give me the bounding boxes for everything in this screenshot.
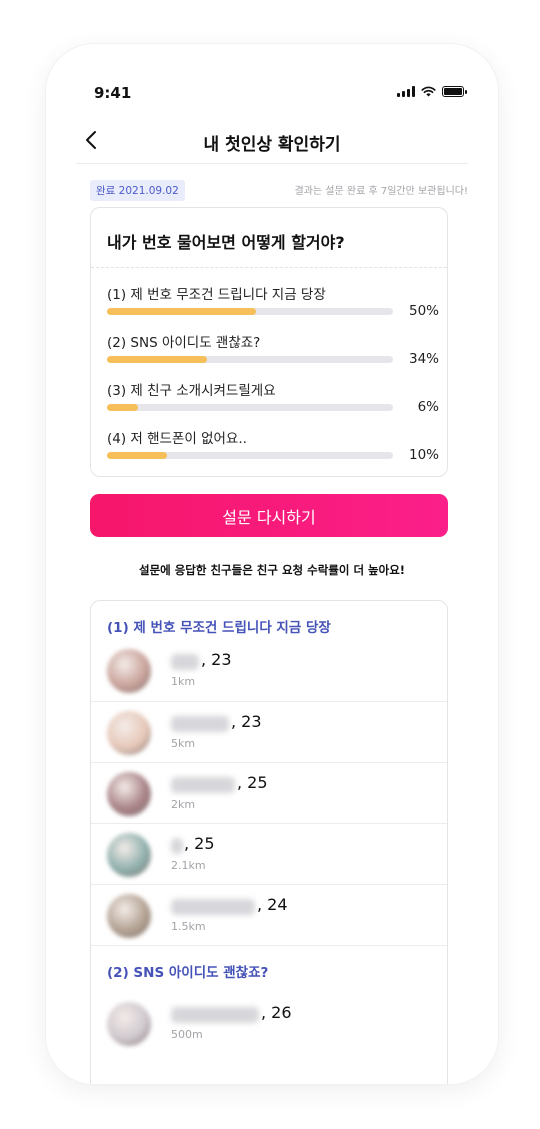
signal-icon (397, 86, 415, 97)
option-percent: 10% (408, 447, 439, 463)
avatar (107, 711, 151, 755)
phone-frame: 9:41 내 첫인상 확인하기 완료 2021.09.02 결과는 설문 완료 … (46, 44, 498, 1084)
option-progress-fill (107, 308, 256, 315)
option-percent: 6% (417, 399, 439, 415)
survey-result-card: 내가 번호 물어보면 어떻게 할거야? (1) 제 번호 무조건 드립니다 지금… (90, 207, 448, 477)
option-percent: 34% (408, 351, 439, 367)
option-percent: 50% (408, 303, 439, 319)
survey-option-1: (1) 제 번호 무조건 드립니다 지금 당장 50% (107, 283, 439, 323)
friend-distance: 5km (171, 737, 196, 750)
option-progress-track (107, 308, 393, 315)
option-progress-fill (107, 356, 208, 363)
blurred-name (171, 654, 199, 670)
completed-badge: 완료 2021.09.02 (90, 180, 185, 201)
status-icons (397, 86, 467, 97)
friend-age: , 26 (261, 1003, 292, 1022)
question-divider (91, 267, 447, 268)
avatar (107, 649, 151, 693)
option-progress-track (107, 452, 393, 459)
friend-row[interactable]: , 25 2.1km (91, 823, 447, 884)
survey-option-3: (3) 제 친구 소개시켜드릴게요 6% (107, 379, 439, 419)
option-label: (1) 제 번호 무조건 드립니다 지금 당장 (107, 287, 326, 303)
friend-age: , 25 (184, 834, 215, 853)
friend-age: , 23 (201, 650, 232, 669)
survey-option-2: (2) SNS 아이디도 괜찮죠? 34% (107, 331, 439, 371)
friend-age: , 24 (257, 895, 288, 914)
blurred-name (171, 838, 183, 854)
option-progress-fill (107, 404, 139, 411)
friend-row[interactable]: , 25 2km (91, 762, 447, 823)
blurred-name (171, 716, 229, 732)
friend-age: , 23 (231, 712, 262, 731)
group-title-option-1: (1) 제 번호 무조건 드립니다 지금 당장 (107, 620, 331, 636)
avatar (107, 1002, 151, 1046)
blurred-name (171, 777, 235, 793)
survey-question: 내가 번호 물어보면 어떻게 할거야? (107, 233, 345, 252)
friend-age: , 25 (237, 773, 268, 792)
friend-distance: 1.5km (171, 920, 206, 933)
friend-distance: 1km (171, 675, 196, 688)
option-progress-track (107, 356, 393, 363)
survey-option-4: (4) 저 핸드폰이 없어요.. 10% (107, 427, 439, 467)
page-title: 내 첫인상 확인하기 (203, 135, 341, 155)
status-time: 9:41 (94, 84, 132, 102)
option-label: (3) 제 친구 소개시켜드릴게요 (107, 383, 276, 399)
group-divider (91, 945, 447, 946)
friend-row[interactable]: , 23 5km (91, 701, 447, 762)
friends-list-card: (1) 제 번호 무조건 드립니다 지금 당장 , 23 1km , 23 5k… (90, 600, 448, 1084)
friend-distance: 500m (171, 1028, 203, 1041)
option-progress-fill (107, 452, 168, 459)
app-screen: 9:41 내 첫인상 확인하기 완료 2021.09.02 결과는 설문 완료 … (76, 44, 468, 1084)
group-title-option-2: (2) SNS 아이디도 괜찮죠? (107, 965, 269, 981)
friend-distance: 2.1km (171, 859, 206, 872)
option-label: (4) 저 핸드폰이 없어요.. (107, 431, 247, 447)
avatar (107, 772, 151, 816)
avatar (107, 833, 151, 877)
acceptance-notice: 설문에 응답한 친구들은 친구 요청 수락률이 더 높아요! (138, 563, 406, 577)
friend-distance: 2km (171, 798, 196, 811)
retry-survey-button[interactable]: 설문 다시하기 (90, 494, 448, 537)
option-progress-track (107, 404, 393, 411)
blurred-name (171, 1007, 259, 1023)
battery-icon (442, 86, 467, 97)
header: 내 첫인상 확인하기 (76, 120, 468, 164)
avatar (107, 894, 151, 938)
friend-row[interactable]: , 23 1km (91, 640, 447, 701)
friend-row[interactable]: , 24 1.5km (91, 884, 447, 945)
retention-note: 결과는 설문 완료 후 7일간만 보관됩니다! (294, 186, 468, 197)
option-label: (2) SNS 아이디도 괜찮죠? (107, 335, 261, 351)
wifi-icon (421, 86, 436, 97)
friend-row[interactable]: , 26 500m (91, 993, 447, 1054)
blurred-name (171, 899, 255, 915)
